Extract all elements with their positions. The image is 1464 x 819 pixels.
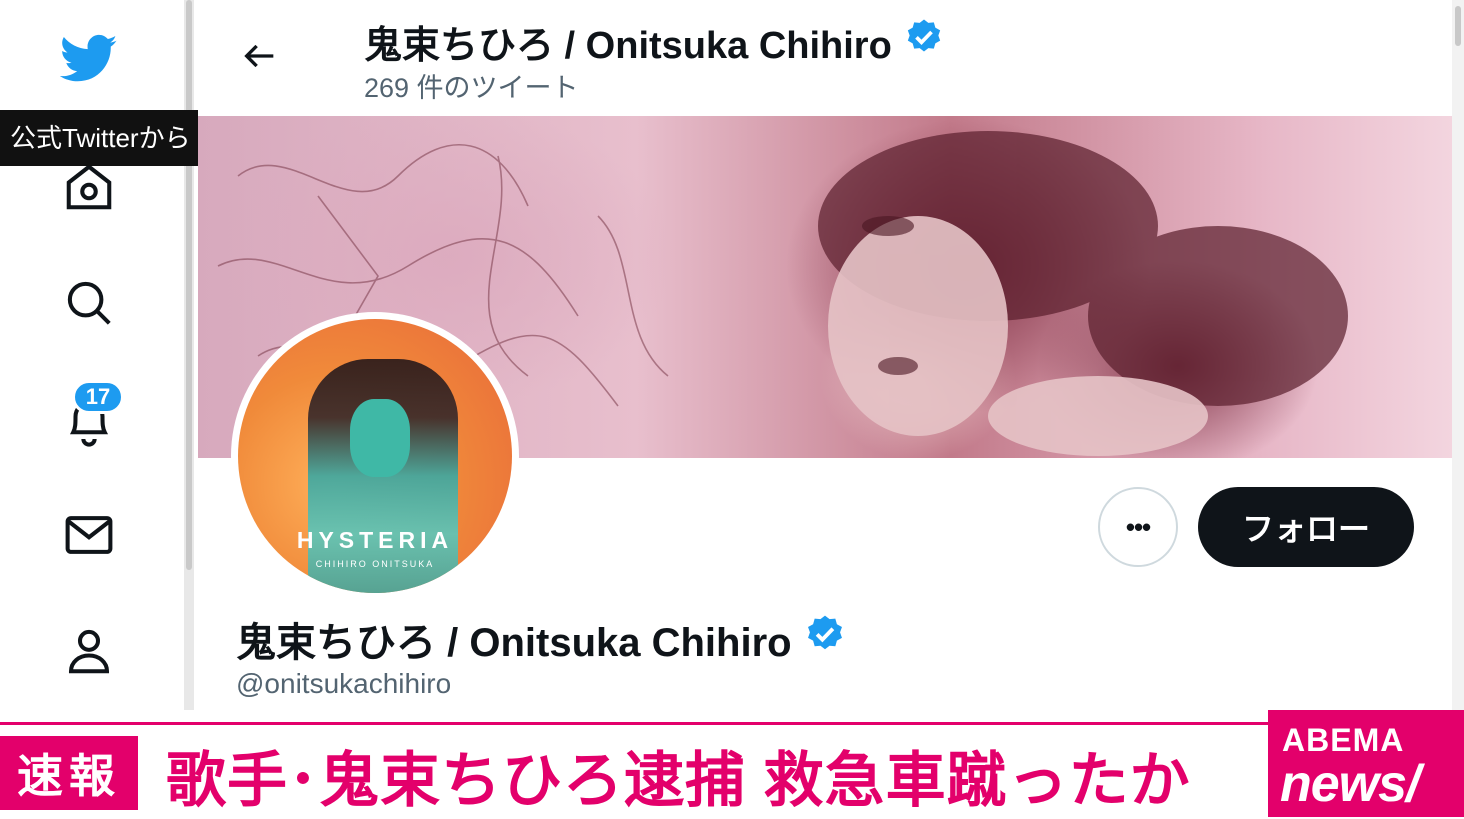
header-name: 鬼束ちひろ / Onitsuka Chihiro — [364, 25, 892, 67]
notifications-badge: 17 — [72, 380, 124, 414]
caption-tag: 公式Twitterから — [0, 110, 205, 166]
news-headline: 歌手･鬼束ちひろ逮捕 救急車蹴ったか — [166, 747, 1191, 814]
twitter-logo-icon[interactable] — [60, 30, 118, 88]
profile-name: 鬼束ちひろ / Onitsuka Chihiro — [236, 621, 792, 665]
breaking-tag: 速報 — [0, 736, 138, 810]
page-scrollbar[interactable] — [1452, 0, 1464, 710]
profile-avatar[interactable]: HYSTERIA CHIHIRO ONITSUKA — [231, 312, 519, 600]
tweet-count: 269 件のツイート — [364, 73, 579, 103]
avatar-image: HYSTERIA CHIHIRO ONITSUKA — [238, 319, 512, 593]
search-icon[interactable] — [60, 274, 118, 332]
avatar-face — [350, 399, 410, 477]
follow-button[interactable]: フォロー — [1198, 487, 1414, 567]
back-arrow-icon[interactable] — [238, 34, 282, 78]
mail-icon[interactable] — [60, 506, 118, 564]
header-title: 鬼束ちひろ / Onitsuka Chihiro — [364, 14, 944, 69]
page-scrollbar-thumb[interactable] — [1455, 6, 1461, 46]
more-button[interactable]: ••• — [1098, 487, 1178, 567]
home-icon[interactable] — [60, 158, 118, 216]
abema-news-logo: ABEMA news/ — [1268, 710, 1464, 817]
profile-icon[interactable] — [60, 622, 118, 680]
profile-name-row: 鬼束ちひろ / Onitsuka Chihiro — [236, 610, 846, 668]
nav-scrollbar-thumb[interactable] — [186, 0, 192, 570]
album-title: HYSTERIA — [296, 527, 454, 553]
news-lower-third: 速報 歌手･鬼束ちひろ逮捕 救急車蹴ったか ABEMA news/ — [0, 710, 1464, 819]
nav-scrollbar[interactable] — [184, 0, 194, 710]
left-nav: 17 — [0, 0, 184, 710]
profile-column: 鬼束ちひろ / Onitsuka Chihiro 269 件のツイート HYST… — [198, 0, 1452, 710]
album-artist: CHIHIRO ONITSUKA — [315, 559, 435, 569]
verified-icon — [804, 613, 846, 665]
more-icon: ••• — [1125, 511, 1151, 542]
verified-icon — [904, 17, 944, 67]
abema-logo-line2: news/ — [1280, 755, 1420, 813]
profile-handle: @onitsukachihiro — [236, 668, 452, 699]
